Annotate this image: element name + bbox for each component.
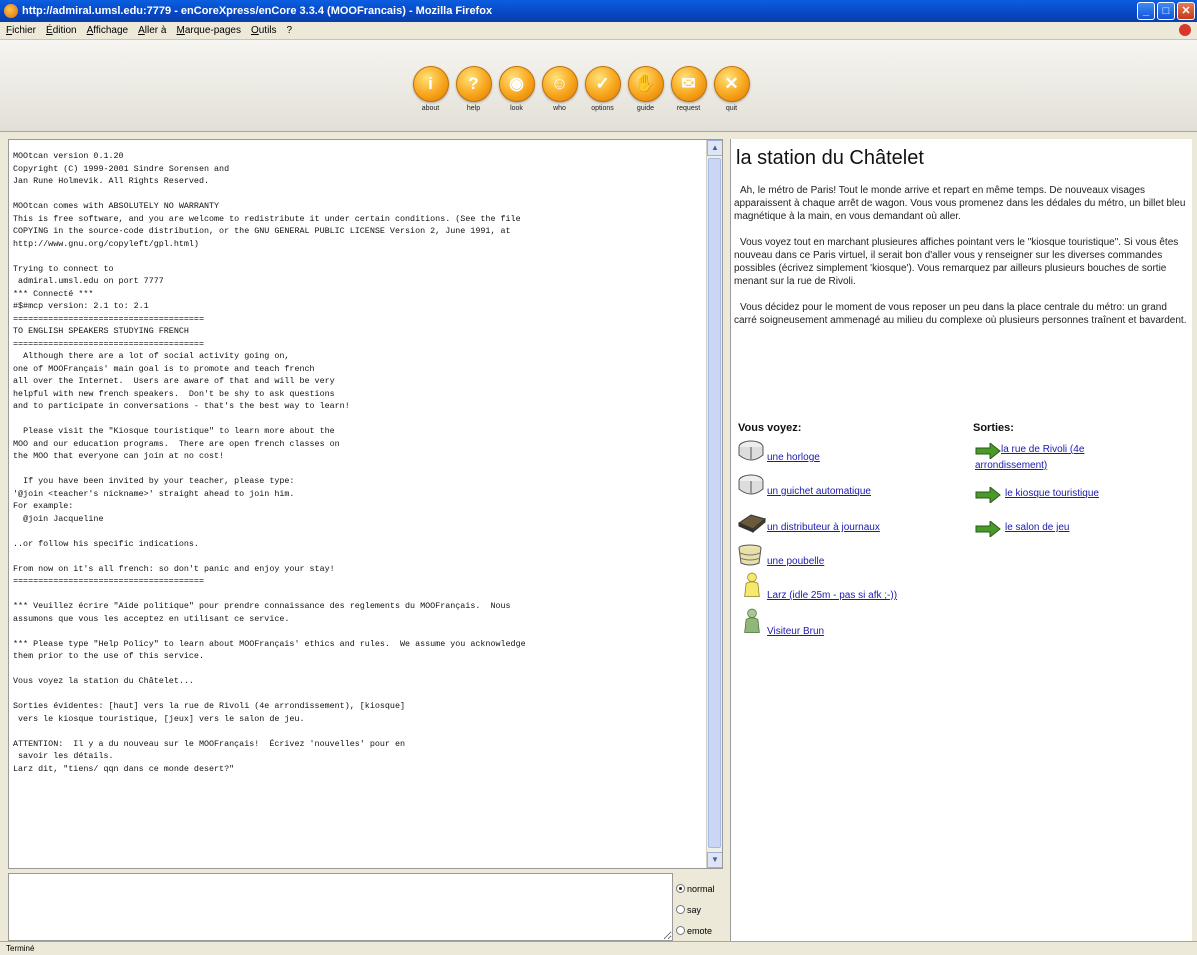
close-window-button[interactable]: ✕ [1177,2,1195,20]
trashcan-icon [738,544,762,566]
maximize-button[interactable]: □ [1157,2,1175,20]
green-arrow-icon [975,487,1001,503]
room-pane: la station du Châtelet Ah, le métro de P… [730,139,1192,941]
green-arrow-icon [975,443,1001,459]
toolbar-request-button[interactable]: ✉ request [670,66,707,120]
check-icon: ✓ [584,66,621,102]
toolbar-label: about [421,105,440,112]
main-area: MOOtcan version 0.1.20 Copyright (C) 199… [0,133,1197,941]
menu-aller[interactable]: Aller à [138,25,166,36]
objects-heading: Vous voyez: [738,422,802,434]
mode-normal[interactable]: normal [676,878,726,899]
help-icon: ? [455,66,492,102]
object-item[interactable]: une poubelle [737,543,824,567]
person-yellow-icon [744,572,760,597]
toolbar-label: guide [636,105,655,112]
encore-toolbar: i about? help ◉ look ☺ who ✓ options ✋ guide ✉ reque… [0,40,1197,132]
room-paragraph: Vous décidez pour le moment de vous repo… [734,302,1187,326]
menu-outils[interactable]: Outils [251,25,277,36]
radio-say[interactable] [676,905,685,914]
object-item[interactable]: une horloge [737,439,820,463]
status-bar: Terminé [0,941,1197,955]
object-item[interactable]: un guichet automatique [737,473,871,497]
object-item[interactable]: Larz (idle 25m - pas si afk ;-)) [741,567,897,601]
menu-fichier[interactable]: Fichier [6,25,36,36]
menu-marque-pages[interactable]: Marque-pages [176,25,241,36]
person-green-icon [744,608,760,633]
close-icon: ✕ [713,66,750,102]
info-icon: i [412,66,449,102]
window-title: http://admiral.umsl.edu:7779 - enCoreXpr… [22,5,493,17]
room-paragraph: Ah, le métro de Paris! Tout le monde arr… [734,185,1186,222]
newspaper-icon [737,514,767,533]
speech-mode-group: normal say emote [676,878,726,941]
toolbar-label: quit [725,105,738,112]
mode-emote[interactable]: emote [676,920,726,941]
object-item[interactable]: un distributeur à journaux [737,509,880,533]
exit-item[interactable]: la rue de Rivoli (4e arrondissement) [975,443,1125,472]
toolbar-who-button[interactable]: ☺ who [541,66,578,120]
command-input[interactable] [8,873,673,941]
toolbar-label: help [466,105,481,112]
mode-say[interactable]: say [676,899,726,920]
exit-item[interactable]: le salon de jeu [975,521,1125,537]
menu-edition[interactable]: Édition [46,25,77,36]
box-icon [738,440,764,461]
toolbar-label: options [591,105,614,112]
room-title: la station du Châtelet [736,147,924,169]
toolbar-about-button[interactable]: i about [412,66,449,120]
exit-item[interactable]: le kiosque touristique [975,487,1125,503]
scroll-up-arrow-icon[interactable]: ▲ [707,140,722,156]
window-controls: _ □ ✕ [1137,2,1195,20]
exit-link[interactable]: le salon de jeu [1005,522,1070,533]
object-link[interactable]: une horloge [767,452,820,463]
face-icon: ☺ [541,66,578,102]
console-scrollbar[interactable]: ▲ ▼ [706,140,722,868]
box-icon [738,474,764,495]
mode-emote-label: emote [687,925,713,936]
hand-icon: ✋ [627,66,664,102]
scroll-thumb[interactable] [708,158,721,848]
mode-say-label: say [687,904,702,915]
toolbar-label: look [510,105,523,112]
status-text: Terminé [6,944,35,953]
radio-emote[interactable] [676,926,685,935]
console-output: MOOtcan version 0.1.20 Copyright (C) 199… [13,151,526,774]
toolbar-look-button[interactable]: ◉ look [498,66,535,120]
minimize-button[interactable]: _ [1137,2,1155,20]
firefox-icon [4,4,18,18]
toolbar-label: request [676,105,701,112]
menu-aide[interactable]: ? [287,25,293,36]
radio-normal[interactable] [676,884,685,893]
object-link[interactable]: un distributeur à journaux [767,522,880,533]
room-paragraph: Vous voyez tout en marchant plusieures a… [734,237,1179,287]
exit-link[interactable]: le kiosque touristique [1005,488,1099,499]
eye-icon: ◉ [498,66,535,102]
green-arrow-icon [975,521,1001,537]
toolbar-guide-button[interactable]: ✋ guide [627,66,664,120]
object-link[interactable]: Visiteur Brun [767,626,824,637]
object-link[interactable]: un guichet automatique [767,486,871,497]
exits-heading: Sorties: [973,422,1014,434]
envelope-icon: ✉ [670,66,707,102]
room-description: Ah, le métro de Paris! Tout le monde arr… [734,184,1190,340]
mode-normal-label: normal [687,883,715,894]
throbber-icon [1179,24,1191,36]
object-link[interactable]: une poubelle [767,556,824,567]
object-link[interactable]: Larz (idle 25m - pas si afk ;-)) [767,590,897,601]
window-title-bar: http://admiral.umsl.edu:7779 - enCoreXpr… [0,0,1197,22]
menu-affichage[interactable]: Affichage [87,25,129,36]
scroll-down-arrow-icon[interactable]: ▼ [707,852,722,868]
object-item[interactable]: Visiteur Brun [741,603,824,637]
toolbar-quit-button[interactable]: ✕ quit [713,66,750,120]
toolbar-help-button[interactable]: ? help [455,66,492,120]
toolbar-label: who [553,105,566,112]
toolbar-options-button[interactable]: ✓ options [584,66,621,120]
console-pane: MOOtcan version 0.1.20 Copyright (C) 199… [8,139,723,869]
menu-bar: Fichier Édition Affichage Aller à Marque… [0,22,1197,40]
